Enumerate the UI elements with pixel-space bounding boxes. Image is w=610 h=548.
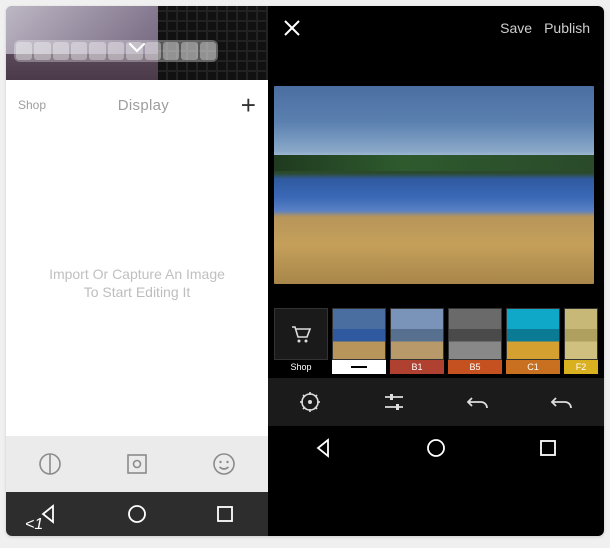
title-dropdown[interactable]: Display bbox=[118, 97, 169, 114]
image-preview[interactable] bbox=[274, 86, 594, 284]
nav-badge: <1 bbox=[25, 516, 43, 534]
focus-square-icon[interactable] bbox=[124, 451, 150, 477]
filter-b5[interactable]: B5 bbox=[448, 308, 502, 374]
sliders-icon[interactable] bbox=[382, 390, 406, 414]
empty-state[interactable]: Import Or Capture An Image To Start Edit… bbox=[6, 130, 268, 436]
android-nav-left bbox=[6, 492, 268, 536]
circle-split-icon[interactable] bbox=[37, 451, 63, 477]
empty-line1: Import Or Capture An Image bbox=[49, 266, 225, 282]
editor-panel: Save Publish Shop B1 B5 bbox=[268, 6, 604, 536]
cart-icon bbox=[274, 308, 328, 360]
filter-shop[interactable]: Shop bbox=[274, 308, 328, 374]
filter-strip: Shop B1 B5 C1 F2 bbox=[268, 304, 604, 378]
redo-icon[interactable] bbox=[550, 390, 574, 414]
close-icon[interactable] bbox=[282, 18, 302, 38]
filter-original[interactable] bbox=[332, 308, 386, 374]
editor-header: Save Publish bbox=[268, 6, 604, 50]
save-button[interactable]: Save bbox=[500, 20, 532, 36]
chevron-down-icon[interactable] bbox=[128, 42, 146, 54]
filter-f2[interactable]: F2 bbox=[564, 308, 598, 374]
nav-home-icon[interactable] bbox=[126, 503, 148, 525]
publish-button[interactable]: Publish bbox=[544, 20, 590, 36]
bottom-toolbar bbox=[6, 436, 268, 492]
smiley-icon[interactable] bbox=[211, 451, 237, 477]
editor-tools bbox=[268, 378, 604, 426]
header-image bbox=[6, 6, 268, 80]
nav-recent-icon[interactable] bbox=[538, 438, 558, 458]
android-nav-right bbox=[268, 426, 604, 470]
add-button[interactable]: + bbox=[241, 95, 256, 115]
filter-shop-label: Shop bbox=[274, 360, 328, 374]
filter-b1[interactable]: B1 bbox=[390, 308, 444, 374]
shop-link[interactable]: Shop bbox=[18, 98, 46, 112]
filter-c1[interactable]: C1 bbox=[506, 308, 560, 374]
nav-recent-icon[interactable] bbox=[215, 504, 235, 524]
library-header: Shop Display + bbox=[6, 80, 268, 130]
preset-wheel-icon[interactable] bbox=[298, 390, 322, 414]
nav-home-icon[interactable] bbox=[425, 437, 447, 459]
empty-line2: To Start Editing It bbox=[84, 284, 191, 300]
undo-icon[interactable] bbox=[466, 390, 490, 414]
nav-back-icon[interactable] bbox=[314, 438, 334, 458]
library-panel: Shop Display + Import Or Capture An Imag… bbox=[6, 6, 268, 536]
